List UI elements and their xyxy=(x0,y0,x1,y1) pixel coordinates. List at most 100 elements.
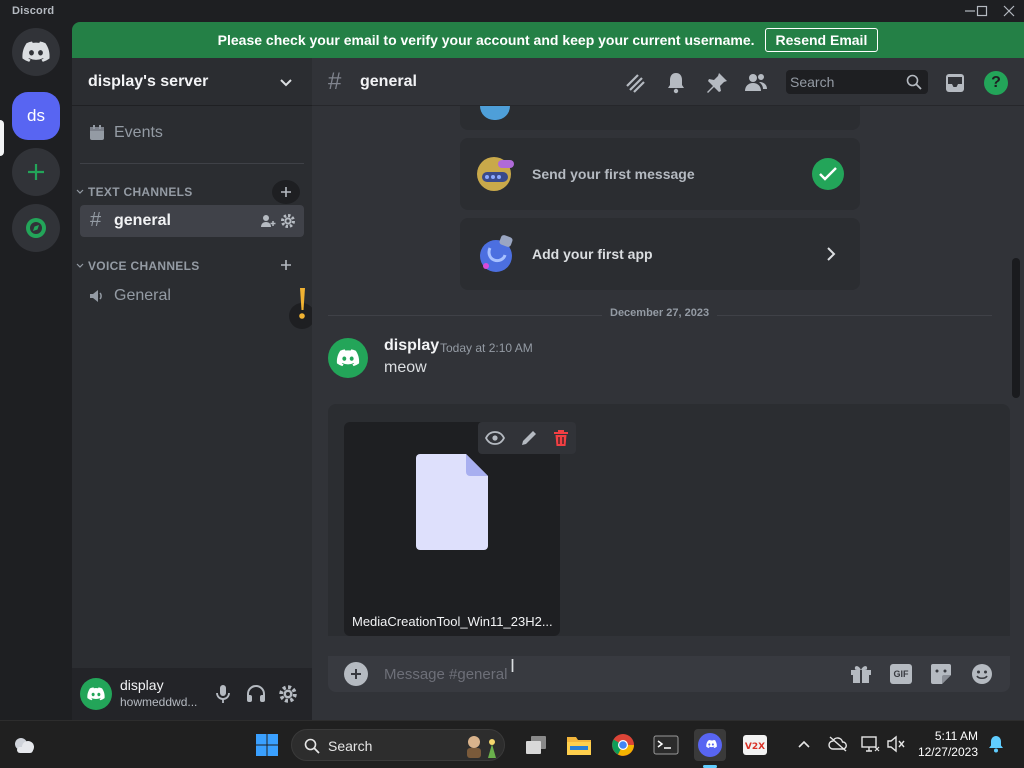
mute-button[interactable] xyxy=(214,684,232,704)
members-icon xyxy=(745,74,767,91)
file-icon xyxy=(416,454,488,550)
server-icon-ds[interactable]: ds xyxy=(12,92,60,140)
task-view-button[interactable] xyxy=(520,729,552,761)
pinned-messages-button[interactable] xyxy=(706,72,728,94)
onboarding-illustration xyxy=(480,106,510,120)
invite-member-icon xyxy=(261,215,276,227)
server-header[interactable]: display's server xyxy=(72,58,312,106)
search-placeholder: Search xyxy=(790,74,835,90)
date-divider: December 27, 2023 xyxy=(602,307,718,319)
remove-attachment-button[interactable] xyxy=(553,429,569,447)
explore-servers-button[interactable] xyxy=(12,204,60,252)
close-icon xyxy=(1003,5,1015,17)
chat-header: # general Search ? xyxy=(312,58,1024,106)
message-timestamp: Today at 2:10 AM xyxy=(440,341,533,355)
taskbar-search[interactable]: Search xyxy=(291,729,505,761)
emoji-button[interactable] xyxy=(971,663,993,685)
gift-button[interactable] xyxy=(850,664,872,684)
plus-icon xyxy=(351,669,361,679)
close-window-button[interactable] xyxy=(997,2,1021,20)
channel-item-voice-general[interactable]: General xyxy=(80,282,304,310)
help-button[interactable]: ? xyxy=(984,71,1008,95)
windows-logo-icon xyxy=(256,734,278,756)
bell-icon xyxy=(989,736,1003,753)
create-text-channel-button[interactable] xyxy=(272,180,300,204)
completed-badge xyxy=(812,158,844,190)
discord-taskbar-button[interactable] xyxy=(694,729,726,761)
headphones-icon xyxy=(247,685,265,702)
message-avatar[interactable] xyxy=(328,338,368,378)
onboarding-card-partial xyxy=(460,106,860,130)
chevron-down-icon xyxy=(76,263,84,268)
voice-channel-name: General xyxy=(114,287,171,304)
search-box[interactable]: Search xyxy=(786,70,928,94)
volume-button[interactable] xyxy=(886,735,906,753)
checkmark-icon xyxy=(819,167,837,181)
onboarding-card[interactable]: Send your first message xyxy=(460,138,860,210)
user-display-name: display xyxy=(120,677,164,693)
network-icon xyxy=(861,736,880,752)
resend-email-button[interactable]: Resend Email xyxy=(764,28,879,52)
search-icon xyxy=(304,738,320,754)
upload-button[interactable] xyxy=(344,662,368,686)
pencil-icon xyxy=(521,431,536,445)
task-view-icon xyxy=(526,736,546,754)
bell-icon xyxy=(668,73,684,94)
banner-message: Please check your email to verify your a… xyxy=(217,32,755,48)
plus-icon xyxy=(28,164,44,180)
threads-button[interactable] xyxy=(624,72,646,94)
message-composer: GIF xyxy=(328,656,1010,692)
message-input[interactable] xyxy=(384,662,824,686)
search-icon xyxy=(906,74,922,90)
widgets-button[interactable] xyxy=(8,729,40,761)
clock[interactable]: 5:11 AM 12/27/2023 xyxy=(912,729,978,759)
sticker-button[interactable] xyxy=(930,663,952,685)
spoiler-button[interactable] xyxy=(485,430,506,446)
onedrive-button[interactable] xyxy=(828,735,848,753)
v2x-app-button[interactable]: V2X xyxy=(739,729,771,761)
scrollbar-thumb[interactable] xyxy=(1012,258,1020,398)
add-server-button[interactable] xyxy=(12,148,60,196)
svg-text:V2X: V2X xyxy=(745,742,765,752)
onboarding-card[interactable]: Add your first app xyxy=(460,218,860,290)
show-hidden-icons-button[interactable] xyxy=(796,736,812,752)
user-status: howmeddwd... xyxy=(120,695,198,709)
terminal-button[interactable] xyxy=(650,729,682,761)
inbox-icon xyxy=(946,74,964,92)
user-settings-button[interactable] xyxy=(278,684,298,704)
cloud-offline-icon xyxy=(828,736,847,752)
message-illustration-icon xyxy=(477,157,514,191)
create-voice-channel-button[interactable] xyxy=(280,259,292,271)
chrome-button[interactable] xyxy=(607,729,639,761)
upload-preview-area: MediaCreationTool_Win11_23H2... xyxy=(328,404,1010,636)
server-rail: ds xyxy=(0,22,72,720)
gif-button[interactable]: GIF xyxy=(890,664,912,684)
channel-item-general[interactable]: # general xyxy=(80,205,304,237)
member-list-button[interactable] xyxy=(744,72,768,94)
help-icon: ? xyxy=(991,74,1001,91)
network-button[interactable] xyxy=(860,735,880,753)
inbox-button[interactable] xyxy=(944,72,966,94)
voice-channels-category[interactable]: VOICE CHANNELS xyxy=(76,259,200,273)
maximize-button[interactable] xyxy=(970,2,994,20)
edit-attachment-button[interactable] xyxy=(520,429,538,447)
attachment-card[interactable]: MediaCreationTool_Win11_23H2... xyxy=(344,422,576,636)
start-button[interactable] xyxy=(251,729,283,761)
deafen-button[interactable] xyxy=(246,684,266,704)
home-button[interactable] xyxy=(12,28,60,76)
compass-icon xyxy=(26,218,46,238)
hash-icon: # xyxy=(328,68,342,95)
message-author[interactable]: display xyxy=(384,337,439,355)
chrome-icon xyxy=(612,734,634,756)
app-illustration-icon xyxy=(480,235,513,272)
events-item[interactable]: Events xyxy=(88,124,163,142)
notifications-button[interactable] xyxy=(666,72,686,94)
notification-center-button[interactable] xyxy=(988,735,1004,753)
text-channels-category[interactable]: TEXT CHANNELS xyxy=(76,185,193,199)
category-label: VOICE CHANNELS xyxy=(88,259,200,273)
file-explorer-button[interactable] xyxy=(563,729,595,761)
discord-logo-icon xyxy=(22,41,50,62)
avatar[interactable] xyxy=(80,678,112,710)
eye-icon xyxy=(485,431,506,445)
verify-email-banner: Please check your email to verify your a… xyxy=(72,22,1024,58)
